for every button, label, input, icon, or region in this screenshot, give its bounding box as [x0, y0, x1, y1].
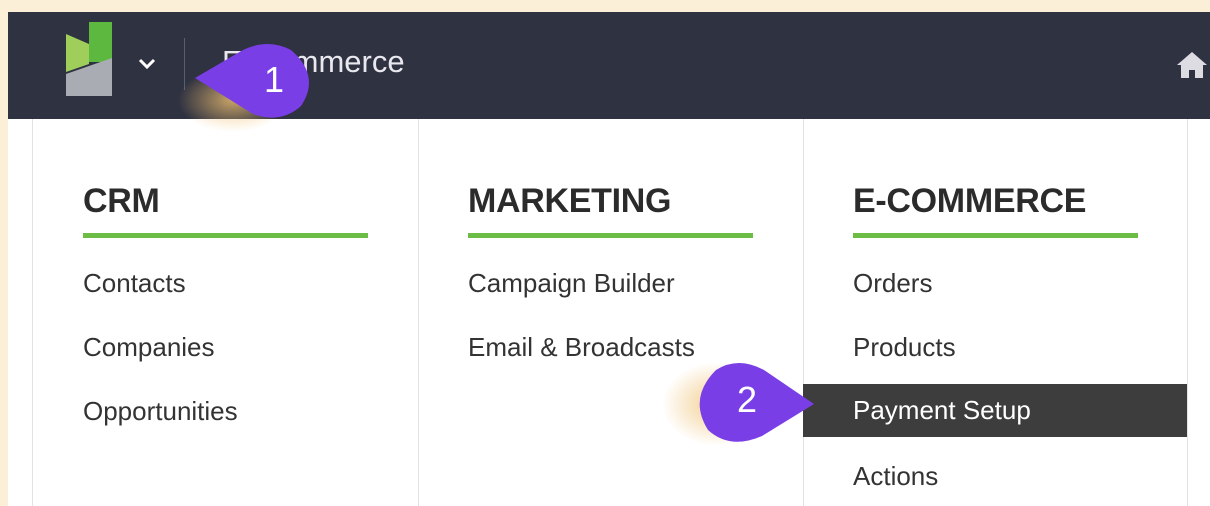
column-underline — [853, 233, 1138, 238]
menu-column-crm: CRM Contacts Companies Opportunities — [33, 119, 419, 506]
callout-number: 1 — [263, 59, 285, 100]
column-header-ecommerce: E-COMMERCE — [853, 182, 1087, 220]
menu-item-label: Contacts — [83, 268, 186, 298]
menu-item-companies[interactable]: Companies — [33, 321, 418, 374]
menu-item-contacts[interactable]: Contacts — [33, 257, 418, 310]
menu-item-campaign-builder[interactable]: Campaign Builder — [418, 257, 803, 310]
menu-item-label: Companies — [83, 332, 215, 362]
menu-item-label: Products — [853, 332, 956, 362]
menu-item-label: Payment Setup — [853, 395, 1031, 425]
column-underline — [83, 233, 368, 238]
logo-icon[interactable] — [66, 22, 112, 96]
menu-item-payment-setup[interactable]: Payment Setup — [803, 384, 1187, 437]
column-header-crm: CRM — [83, 182, 160, 220]
chevron-down-icon[interactable] — [137, 56, 157, 70]
app-switcher-menu: CRM Contacts Companies Opportunities MAR… — [32, 119, 1188, 506]
callout-2: 2 — [658, 352, 828, 457]
callout-number: 2 — [736, 379, 758, 420]
menu-item-label: Opportunities — [83, 396, 238, 426]
menu-item-label: Campaign Builder — [468, 268, 675, 298]
menu-item-products[interactable]: Products — [803, 321, 1187, 374]
menu-item-orders[interactable]: Orders — [803, 257, 1187, 310]
menu-item-opportunities[interactable]: Opportunities — [33, 385, 418, 438]
menu-item-label: Orders — [853, 268, 933, 298]
app-window: E-Commerce CRM Contacts Companies Opport… — [8, 12, 1210, 506]
column-header-marketing: MARKETING — [468, 182, 672, 220]
menu-column-ecommerce: E-COMMERCE Orders Products Payment Setup… — [803, 119, 1188, 506]
home-icon[interactable] — [1175, 50, 1209, 80]
menu-item-label: Actions — [853, 461, 939, 491]
column-underline — [468, 233, 753, 238]
menu-item-actions[interactable]: Actions — [803, 450, 1187, 503]
callout-1: 1 — [173, 38, 323, 134]
